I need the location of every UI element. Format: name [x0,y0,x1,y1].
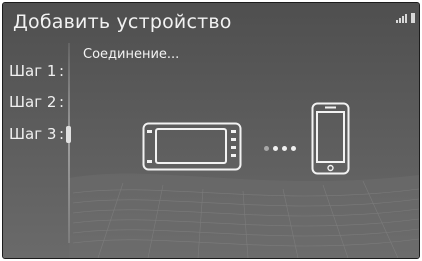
page-title: Добавить устройство [13,11,232,33]
step-1: Шаг 1 : [9,62,64,80]
current-step-marker [66,126,71,143]
step-3-separator: : [59,125,65,143]
head-unit-icon [142,122,242,171]
add-device-screen: Добавить устройство Шаг 1 : Шаг 2 : Шаг … [2,2,420,259]
step-3-label: Шаг 3 [9,125,57,143]
battery-icon [411,13,415,23]
connection-status: Соединение... [83,47,180,62]
phone-icon [311,102,350,175]
step-1-separator: : [59,62,65,80]
steps-divider [68,43,70,243]
progress-dot-4 [291,146,296,151]
step-3: Шаг 3 : [9,125,64,143]
status-indicators [396,13,415,23]
signal-icon [396,14,407,23]
step-2: Шаг 2 : [9,93,64,111]
step-1-label: Шаг 1 [9,62,57,80]
progress-dot-2 [273,146,278,151]
step-2-label: Шаг 2 [9,93,57,111]
progress-dot-1 [264,146,269,151]
step-2-separator: : [59,93,65,111]
progress-dot-3 [282,146,287,151]
